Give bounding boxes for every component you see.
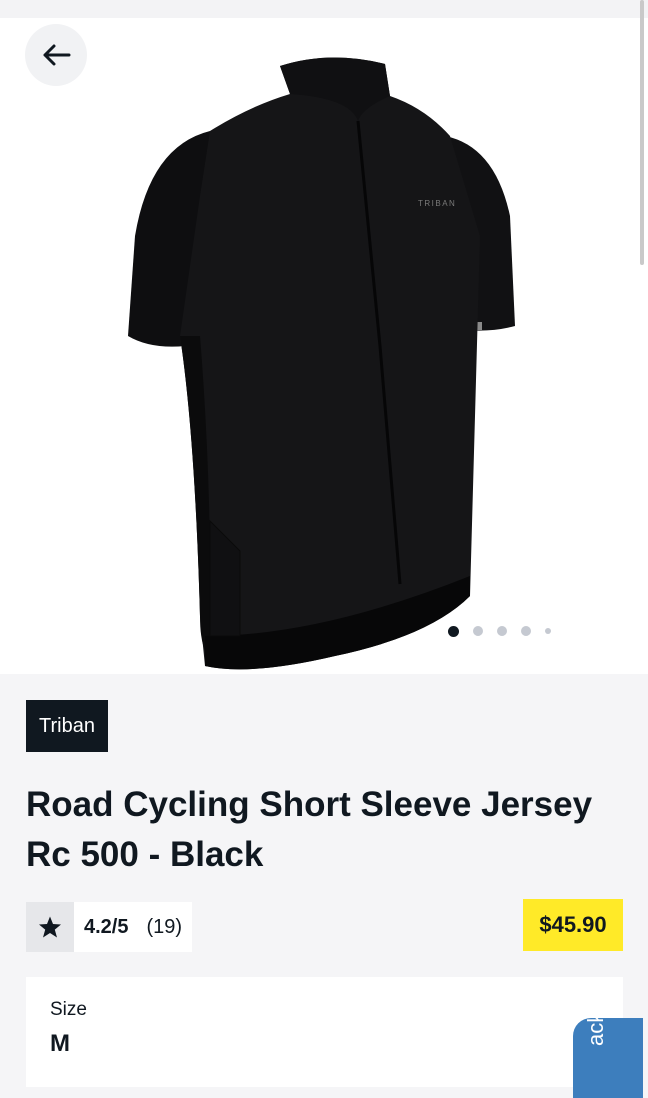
carousel-dot[interactable] xyxy=(448,625,459,637)
price-tag: $45.90 xyxy=(523,899,623,951)
product-image: TRIBAN xyxy=(128,57,515,670)
product-title: Road Cycling Short Sleeve Jersey Rc 500 … xyxy=(26,785,593,874)
arrow-left-icon xyxy=(43,44,71,66)
star-icon xyxy=(26,902,74,952)
carousel-dot[interactable] xyxy=(521,626,531,636)
carousel-indicators xyxy=(448,625,551,637)
rating-summary[interactable]: 4.2/5 (19) xyxy=(26,902,193,952)
size-label: Size xyxy=(50,999,87,1020)
size-value: M xyxy=(50,1030,70,1057)
product-image-carousel[interactable]: TRIBAN xyxy=(0,18,648,674)
brand-print: TRIBAN xyxy=(418,199,456,208)
size-selector[interactable]: Size M xyxy=(26,977,623,1087)
review-count: (19) xyxy=(146,915,183,938)
feedback-tab[interactable]: ack xyxy=(573,1018,643,1098)
status-bar-area xyxy=(0,0,648,18)
brand-badge[interactable]: Triban xyxy=(26,700,108,752)
back-button[interactable] xyxy=(25,24,87,86)
scrollbar[interactable] xyxy=(640,0,644,265)
feedback-label: ack xyxy=(583,1018,608,1046)
carousel-dot[interactable] xyxy=(473,626,483,636)
rating-score: 4.2/5 xyxy=(84,915,129,938)
carousel-dot[interactable] xyxy=(497,626,507,636)
carousel-dot[interactable] xyxy=(545,628,551,634)
